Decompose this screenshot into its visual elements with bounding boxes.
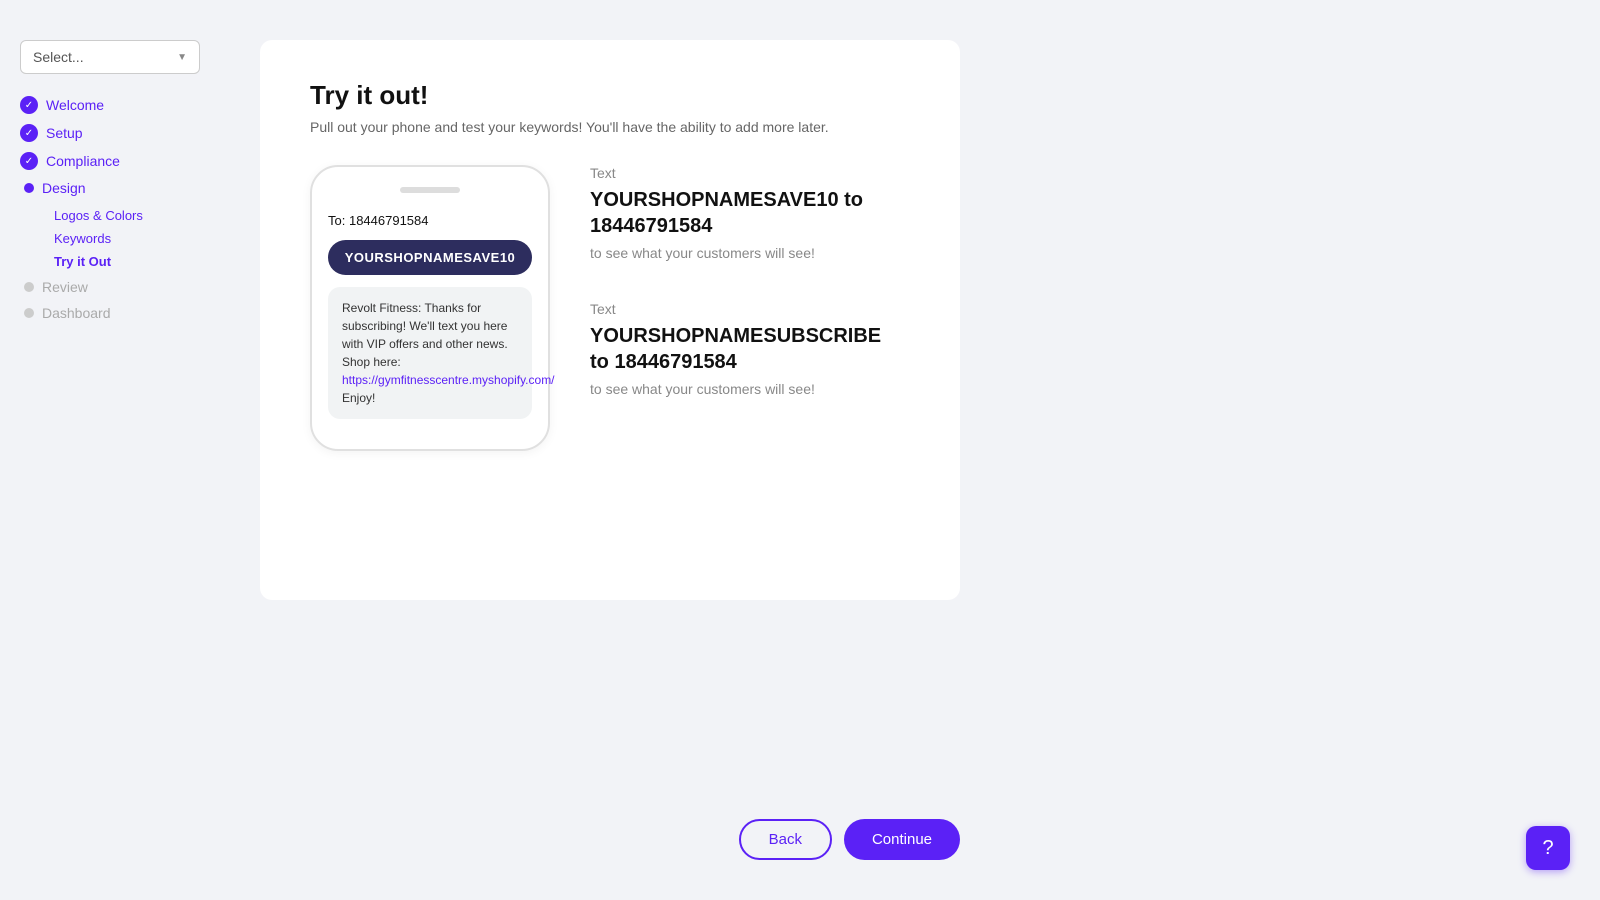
dot-icon-design [24, 183, 34, 193]
page-title: Try it out! [310, 80, 910, 111]
sidebar-item-review[interactable]: Review [20, 277, 200, 297]
check-icon-welcome: ✓ [20, 96, 38, 114]
page-subtitle: Pull out your phone and test your keywor… [310, 119, 910, 135]
sidebar-item-welcome[interactable]: ✓ Welcome [20, 94, 200, 116]
nav-list: ✓ Welcome ✓ Setup ✓ Compliance Design Lo… [20, 94, 200, 323]
chevron-down-icon: ▼ [177, 52, 187, 63]
sidebar-item-label-review: Review [42, 279, 88, 295]
back-button[interactable]: Back [739, 819, 832, 860]
sms-bubble: Revolt Fitness: Thanks for subscribing! … [328, 287, 532, 419]
instruction-block-save10: Text YOURSHOPNAMESAVE10 to 18446791584 t… [590, 165, 910, 261]
sidebar-item-label-welcome: Welcome [46, 97, 104, 113]
select-dropdown[interactable]: Select... ▼ [20, 40, 200, 74]
sidebar-item-design[interactable]: Design [20, 178, 200, 198]
instruction-keyword-1: YOURSHOPNAMESAVE10 to 18446791584 [590, 187, 910, 239]
sidebar-item-keywords[interactable]: Keywords [54, 229, 200, 248]
instruction-prefix-2: Text [590, 301, 910, 317]
sidebar-item-label-compliance: Compliance [46, 153, 120, 169]
help-button[interactable]: ? [1526, 826, 1570, 870]
action-row: Back Continue [260, 779, 960, 860]
sidebar-item-try-it-out[interactable]: Try it Out [54, 252, 200, 271]
check-icon-compliance: ✓ [20, 152, 38, 170]
sidebar-item-label-setup: Setup [46, 125, 83, 141]
instructions-col: Text YOURSHOPNAMESAVE10 to 18446791584 t… [590, 165, 910, 397]
sidebar: Select... ▼ ✓ Welcome ✓ Setup ✓ Complian… [0, 0, 220, 900]
phone-mockup: To: 18446791584 YOURSHOPNAMESAVE10 Revol… [310, 165, 550, 451]
sidebar-item-setup[interactable]: ✓ Setup [20, 122, 200, 144]
sms-link[interactable]: https://gymfitnesscentre.myshopify.com/ [342, 373, 555, 387]
sidebar-item-compliance[interactable]: ✓ Compliance [20, 150, 200, 172]
instruction-suffix-1: to see what your customers will see! [590, 245, 910, 261]
instruction-block-subscribe: Text YOURSHOPNAMESUBSCRIBE to 1844679158… [590, 301, 910, 397]
instruction-keyword-2: YOURSHOPNAMESUBSCRIBE to 18446791584 [590, 323, 910, 375]
phone-top-bar [400, 187, 460, 193]
sidebar-item-dashboard[interactable]: Dashboard [20, 303, 200, 323]
keyword-bubble: YOURSHOPNAMESAVE10 [328, 240, 532, 275]
sub-nav-design: Logos & Colors Keywords Try it Out [20, 206, 200, 271]
help-icon: ? [1542, 837, 1553, 860]
check-icon-setup: ✓ [20, 124, 38, 142]
instruction-prefix-1: Text [590, 165, 910, 181]
select-placeholder: Select... [33, 49, 84, 65]
instruction-suffix-2: to see what your customers will see! [590, 381, 910, 397]
sidebar-item-logos-colors[interactable]: Logos & Colors [54, 206, 200, 225]
demo-area: To: 18446791584 YOURSHOPNAMESAVE10 Revol… [310, 165, 910, 451]
sidebar-item-label-design: Design [42, 180, 86, 196]
phone-to-line: To: 18446791584 [328, 213, 532, 228]
main-content: Try it out! Pull out your phone and test… [220, 0, 1600, 900]
dot-icon-dashboard [24, 308, 34, 318]
dot-icon-review [24, 282, 34, 292]
continue-button[interactable]: Continue [844, 819, 960, 860]
content-card: Try it out! Pull out your phone and test… [260, 40, 960, 600]
sidebar-item-label-dashboard: Dashboard [42, 305, 111, 321]
